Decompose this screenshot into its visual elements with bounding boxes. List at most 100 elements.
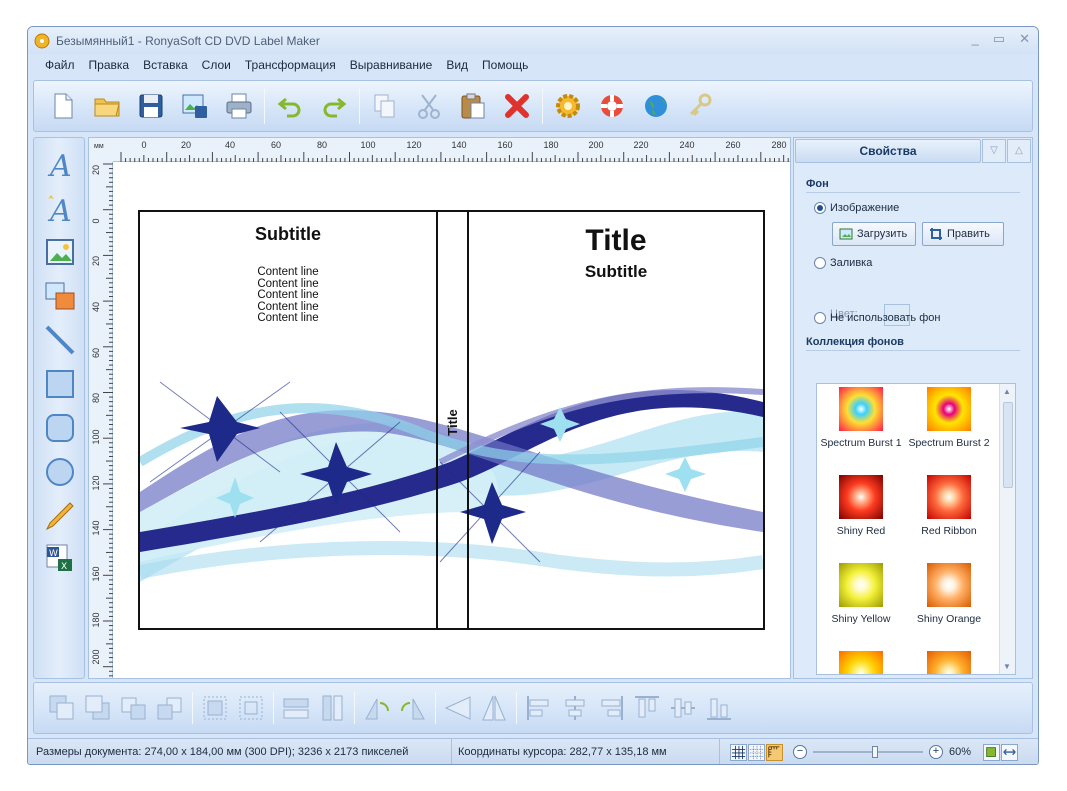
undo-button[interactable]	[271, 87, 309, 125]
chevron-down-icon: ▽	[990, 145, 998, 156]
register-key-button[interactable]	[681, 87, 719, 125]
radio-image-row[interactable]: Изображение	[814, 202, 899, 214]
label-sheet[interactable]: Subtitle Content line Content line Conte…	[138, 210, 765, 630]
design-canvas[interactable]: 0 20 40 60 80 100 120 140 160 180 200 22…	[88, 137, 791, 679]
panel-collapse-button[interactable]: △	[1007, 139, 1031, 163]
gallery-item[interactable]: Shiny Red	[817, 475, 905, 537]
chevron-up-icon: △	[1015, 145, 1023, 156]
ungroup-button[interactable]	[233, 690, 269, 726]
menu-align[interactable]: Выравнивание	[343, 56, 440, 74]
align-middle-button[interactable]	[665, 690, 701, 726]
flip-vertical-button[interactable]	[476, 690, 512, 726]
redo-button[interactable]	[315, 87, 353, 125]
edit-image-button[interactable]: Править	[922, 222, 1004, 246]
zoom-slider-handle[interactable]	[872, 746, 878, 758]
gallery-item[interactable]: Shiny Orange	[905, 563, 993, 625]
ellipse-tool[interactable]	[44, 456, 76, 488]
menu-view[interactable]: Вид	[439, 56, 475, 74]
rectangle-tool[interactable]	[44, 368, 76, 400]
align-left-button[interactable]	[521, 690, 557, 726]
menu-transform[interactable]: Трансформация	[238, 56, 343, 74]
office-import-tool[interactable]: WX	[44, 542, 76, 574]
flip-horizontal-button[interactable]	[440, 690, 476, 726]
gallery-item[interactable]	[817, 651, 905, 674]
gallery-item[interactable]: Spectrum Burst 1	[817, 387, 905, 449]
send-to-back-button[interactable]	[80, 690, 116, 726]
open-button[interactable]	[88, 87, 126, 125]
scrollbar-thumb[interactable]	[1003, 402, 1013, 488]
new-document-button[interactable]	[44, 87, 82, 125]
align-right-button[interactable]	[593, 690, 629, 726]
gallery-item[interactable]: Red Ribbon	[905, 475, 993, 537]
save-button[interactable]	[132, 87, 170, 125]
same-height-button[interactable]	[314, 690, 350, 726]
same-width-button[interactable]	[278, 690, 314, 726]
delete-button[interactable]	[498, 87, 536, 125]
radio-fill[interactable]	[814, 257, 826, 269]
bring-to-front-button[interactable]	[44, 690, 80, 726]
menu-insert[interactable]: Вставка	[136, 56, 195, 74]
properties-tab[interactable]: Свойства	[795, 139, 981, 163]
radio-image[interactable]	[814, 202, 826, 214]
ruler-label: 80	[91, 392, 101, 403]
spine-title[interactable]: Title	[438, 382, 467, 462]
gallery-scrollbar[interactable]: ▲ ▼	[999, 384, 1015, 674]
fit-page-button[interactable]	[983, 743, 1001, 761]
content-line: Content line	[257, 312, 319, 324]
align-bottom-button[interactable]	[701, 690, 737, 726]
zoom-out-button[interactable]: −	[793, 745, 807, 759]
menu-layers[interactable]: Слои	[195, 56, 238, 74]
print-button[interactable]	[220, 87, 258, 125]
grid-toggle-button[interactable]	[730, 743, 747, 761]
rotate-left-button[interactable]	[359, 690, 395, 726]
front-cover-title[interactable]: Title	[469, 224, 763, 258]
rounded-rectangle-tool[interactable]	[44, 412, 76, 444]
rotate-right-button[interactable]	[395, 690, 431, 726]
rulers-toggle-button[interactable]	[766, 743, 783, 761]
background-gallery[interactable]: Spectrum Burst 1 Spectrum Burst 2 Shiny …	[816, 383, 1016, 675]
minimize-button[interactable]: _	[972, 31, 979, 47]
back-cover-subtitle[interactable]: Subtitle	[140, 224, 436, 245]
scroll-up-icon[interactable]: ▲	[1003, 387, 1011, 396]
zoom-slider[interactable]	[813, 745, 923, 759]
line-tool[interactable]	[44, 324, 76, 356]
close-button[interactable]: ✕	[1019, 31, 1030, 47]
bring-forward-button[interactable]	[116, 690, 152, 726]
text-tool[interactable]: A	[44, 148, 76, 184]
load-image-button[interactable]: Загрузить	[832, 222, 916, 246]
radio-fill-row[interactable]: Заливка	[814, 257, 872, 269]
image-set-tool[interactable]	[44, 280, 76, 312]
radio-no-background[interactable]	[814, 312, 826, 324]
align-center-button[interactable]	[557, 690, 593, 726]
paste-button[interactable]	[454, 87, 492, 125]
panel-dropdown-button[interactable]: ▽	[982, 139, 1006, 163]
copy-button[interactable]	[366, 87, 404, 125]
dotted-grid-toggle-button[interactable]	[748, 743, 765, 761]
gallery-item-label: Red Ribbon	[921, 525, 977, 537]
scroll-down-icon[interactable]: ▼	[1003, 662, 1011, 671]
front-cover-subtitle[interactable]: Subtitle	[469, 262, 763, 282]
web-button[interactable]	[637, 87, 675, 125]
menu-file[interactable]: Файл	[38, 56, 82, 74]
zoom-in-button[interactable]: +	[929, 745, 943, 759]
radio-no-background-row[interactable]: Не использовать фон	[814, 312, 940, 324]
settings-button[interactable]	[549, 87, 587, 125]
back-cover-content[interactable]: Content line Content line Content line C…	[140, 266, 436, 325]
group-button[interactable]	[197, 690, 233, 726]
cut-button[interactable]	[410, 87, 448, 125]
curved-text-tool[interactable]: A	[44, 193, 76, 229]
maximize-button[interactable]: ▭	[993, 31, 1005, 47]
export-image-button[interactable]	[176, 87, 214, 125]
help-button[interactable]	[593, 87, 631, 125]
spine-title-text: Title	[445, 408, 460, 436]
menu-edit[interactable]: Правка	[82, 56, 137, 74]
image-tool[interactable]	[44, 236, 76, 268]
align-top-button[interactable]	[629, 690, 665, 726]
gallery-item[interactable]	[905, 651, 993, 674]
gallery-item[interactable]: Spectrum Burst 2	[905, 387, 993, 449]
send-backward-button[interactable]	[152, 690, 188, 726]
gallery-item[interactable]: Shiny Yellow	[817, 563, 905, 625]
fit-width-button[interactable]	[1001, 743, 1019, 761]
pencil-tool[interactable]	[44, 500, 76, 532]
menu-help[interactable]: Помощь	[475, 56, 535, 74]
